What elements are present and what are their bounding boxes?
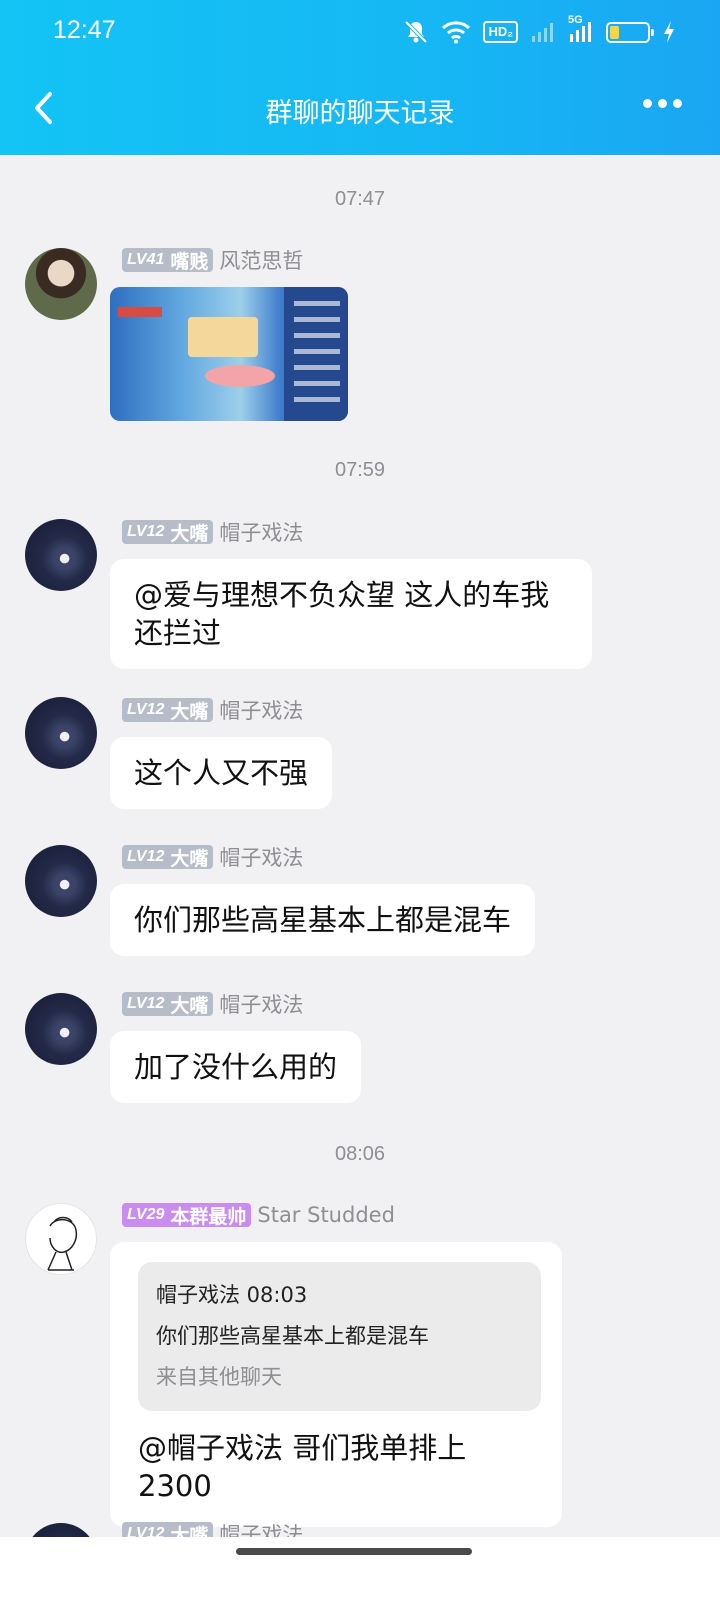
- sender-meta: LV12 大嘴 帽子戏法: [122, 697, 303, 723]
- level-badge: LV12 大嘴: [122, 520, 214, 545]
- nav-bar: 群聊的聊天记录: [0, 64, 720, 155]
- signal-5g-icon: 5G: [568, 14, 594, 44]
- quoted-message[interactable]: 帽子戏法 08:03 你们那些高星基本上都是混车 来自其他聊天: [138, 1262, 541, 1411]
- level-badge: LV29 本群最帅: [122, 1203, 252, 1228]
- level-badge: LV12 大嘴: [122, 845, 214, 870]
- message-bubble[interactable]: @爱与理想不负众望 这人的车我还拦过: [110, 559, 592, 669]
- sender-meta: LV12 大嘴 帽子戏法: [122, 991, 303, 1017]
- status-time: 12:47: [53, 16, 116, 44]
- sender-meta: LV12 大嘴 帽子戏法: [122, 519, 303, 545]
- battery-icon: [606, 21, 654, 43]
- avatar[interactable]: [25, 248, 97, 320]
- message-bubble[interactable]: 加了没什么用的: [110, 1031, 362, 1103]
- status-bar: 12:47 HD₂ 5G: [0, 0, 720, 64]
- level-badge: LV12 大嘴: [122, 992, 214, 1017]
- charging-icon: [662, 20, 676, 44]
- avatar[interactable]: [25, 519, 97, 591]
- page-title: 群聊的聊天记录: [265, 98, 455, 129]
- home-indicator[interactable]: [236, 1548, 472, 1555]
- more-dots-icon: [643, 99, 652, 108]
- sketch-portrait-icon: [47, 1216, 78, 1271]
- more-dot: [658, 99, 667, 108]
- hd-indicator: HD₂: [483, 21, 518, 43]
- timestamp: 07:47: [334, 188, 386, 210]
- quote-source: 来自其他聊天: [156, 1365, 282, 1389]
- reply-message-bubble[interactable]: 帽子戏法 08:03 你们那些高星基本上都是混车 来自其他聊天 @帽子戏法 哥们…: [110, 1242, 562, 1527]
- image-message[interactable]: [110, 287, 348, 421]
- quote-text: 你们那些高星基本上都是混车: [156, 1324, 429, 1348]
- wifi-icon: [441, 20, 471, 44]
- gesture-area: [0, 1537, 720, 1600]
- sender-meta: LV29 本群最帅 Star Studded: [122, 1202, 395, 1228]
- message-bubble[interactable]: 这个人又不强: [110, 737, 333, 809]
- sender-name: 风范思哲: [219, 249, 304, 273]
- reply-text: @帽子戏法 哥们我单排上2300: [138, 1431, 467, 1503]
- more-button[interactable]: [643, 99, 682, 108]
- sender-name: 帽子戏法: [219, 699, 304, 723]
- avatar[interactable]: [25, 1203, 97, 1275]
- sender-name: 帽子戏法: [219, 521, 304, 545]
- sender-name: 帽子戏法: [219, 993, 304, 1017]
- level-badge: LV41 嘴贱: [122, 248, 214, 273]
- timestamp: 07:59: [334, 459, 386, 481]
- sender-meta: LV41 嘴贱 风范思哲: [122, 247, 303, 273]
- avatar[interactable]: [25, 993, 97, 1065]
- timestamp: 08:06: [334, 1143, 386, 1165]
- avatar[interactable]: [25, 697, 97, 769]
- message-bubble[interactable]: 你们那些高星基本上都是混车: [110, 884, 536, 956]
- mute-icon: [403, 19, 429, 45]
- more-dot: [673, 99, 682, 108]
- quote-header: 帽子戏法 08:03: [156, 1283, 308, 1307]
- header-bar: 12:47 HD₂ 5G 群聊的聊天记录: [0, 0, 720, 155]
- sender-name: 帽子戏法: [219, 846, 304, 870]
- avatar[interactable]: [25, 845, 97, 917]
- sender-meta: LV12 大嘴 帽子戏法: [122, 844, 303, 870]
- level-badge: LV12 大嘴: [122, 698, 214, 723]
- signal-icon: [530, 20, 556, 44]
- sender-name: Star Studded: [257, 1203, 395, 1227]
